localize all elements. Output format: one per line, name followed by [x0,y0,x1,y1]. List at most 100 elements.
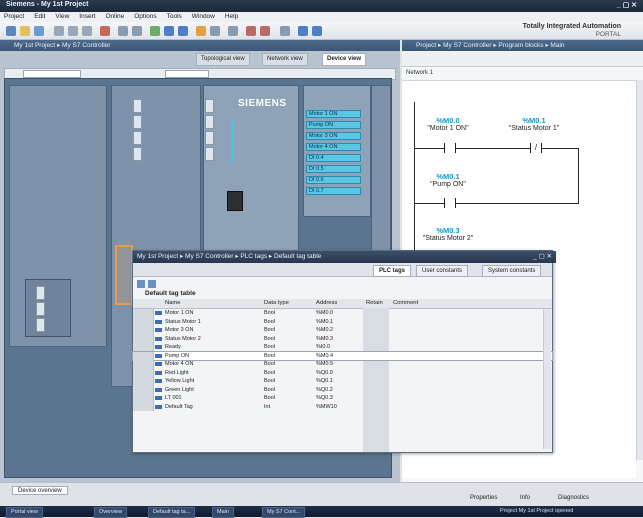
selected-module-highlight[interactable] [115,245,133,305]
go-online-icon[interactable] [196,26,206,36]
tab-network-view[interactable]: Network view [262,53,308,66]
menu-project[interactable]: Project [4,13,24,20]
task-main[interactable]: Main [212,507,234,518]
cpu-status-bar [231,119,234,163]
col-retain[interactable]: Retain [366,299,383,308]
col-name[interactable]: Name [165,299,180,308]
io-label[interactable]: Motor 3 ON [306,132,361,140]
redo-icon[interactable] [132,26,142,36]
tab-system-constants[interactable]: System constants [482,265,542,277]
window-titlebar: Siemens - My 1st Project _ ▢ ✕ [0,0,643,12]
tab-device-view[interactable]: Device view [322,53,367,66]
table-row-selected[interactable]: Pump ON Bool %M0.4 [132,350,553,361]
tab-device-overview[interactable]: Device overview [12,486,68,495]
insert-row-icon[interactable] [148,280,156,288]
menu-view[interactable]: View [55,13,69,20]
col-data-type[interactable]: Data type [264,299,289,308]
io-label[interactable]: DI 0.7 [306,187,361,195]
tag-icon [155,396,162,400]
tab-info[interactable]: Info [520,495,530,501]
menu-insert[interactable]: Insert [79,13,95,20]
table-row[interactable]: Red Light Bool %Q0.0 [133,368,552,377]
table-row[interactable]: LT 001 Bool %Q0.3 [133,394,552,403]
signal-board[interactable] [25,279,71,337]
io-module[interactable] [303,85,371,217]
split-editor-icon[interactable] [298,26,308,36]
program-editor-header: Project ▸ My S7 Controller ▸ Program blo… [402,40,643,51]
menu-bar: Project Edit View Insert Online Options … [0,12,643,22]
right-side-tabs[interactable] [636,80,643,460]
accessible-devices-icon[interactable] [228,26,238,36]
new-project-icon[interactable] [6,26,16,36]
io-label[interactable]: Motor 1 ON [306,110,361,118]
cpu-terminal [133,99,142,113]
tab-user-constants[interactable]: User constants [416,265,469,277]
table-row[interactable]: Default Tag Int %MW10 [133,402,552,411]
task-overview[interactable]: Overview [94,507,127,518]
table-row[interactable]: Yellow Light Bool %Q0.1 [133,377,552,386]
io-label[interactable]: DI 0.5 [306,165,361,173]
stop-cpu-icon[interactable] [260,26,270,36]
no-contact-icon[interactable] [444,198,456,208]
table-row[interactable]: Motor 3 ON Bool %M0.2 [133,326,552,335]
col-comment[interactable]: Comment [393,299,418,308]
table-row[interactable]: Status Motor 2 Bool %M0.3 [133,334,552,343]
io-label[interactable]: Motor 4 ON [306,143,361,151]
board-terminal [36,286,45,300]
table-row[interactable]: Motor 1 ON Bool %M0.0 [133,309,552,318]
undo-icon[interactable] [118,26,128,36]
table-scrollbar[interactable] [543,309,551,449]
zoom-selector[interactable] [165,70,209,78]
table-row[interactable]: Green Light Bool %Q0.2 [133,385,552,394]
copy-icon[interactable] [68,26,78,36]
no-contact-icon[interactable] [444,143,456,153]
download-icon[interactable] [164,26,174,36]
menu-edit[interactable]: Edit [34,13,45,20]
delete-icon[interactable] [100,26,110,36]
nc-contact-icon[interactable]: / [530,143,542,153]
tag-table-title: My 1st Project ▸ My S7 Controller ▸ PLC … [137,253,322,260]
table-row[interactable]: Motor 4 ON Bool %M0.5 [133,360,552,369]
table-row[interactable]: Ready Bool %I0.0 [133,343,552,352]
paste-icon[interactable] [82,26,92,36]
tab-properties[interactable]: Properties [470,495,497,501]
tag-table-window[interactable]: My 1st Project ▸ My S7 Controller ▸ PLC … [132,250,556,453]
upload-icon[interactable] [178,26,188,36]
io-label[interactable]: DI 0.6 [306,176,361,184]
menu-tools[interactable]: Tools [167,13,182,20]
portal-view-button[interactable]: Portal view [6,507,43,518]
menu-window[interactable]: Window [192,13,215,20]
col-address[interactable]: Address [316,299,337,308]
dialog-window-controls[interactable]: _ ▢ ✕ [533,251,552,263]
tab-diagnostics[interactable]: Diagnostics [558,495,589,501]
contact-label: %M0.0 "Motor 1 ON" [427,116,469,132]
start-cpu-icon[interactable] [246,26,256,36]
table-row[interactable]: Status Motor 1 Bool %M0.1 [133,317,552,326]
split-horizontal-icon[interactable] [312,26,322,36]
project-status-message: Project My 1st Project opened [500,508,574,514]
cpu-terminal [205,115,214,129]
menu-options[interactable]: Options [134,13,156,20]
menu-online[interactable]: Online [106,13,125,20]
memory-card-slot [227,191,243,211]
tab-plc-tags[interactable]: PLC tags [373,265,412,277]
device-selector[interactable] [23,70,81,78]
open-project-icon[interactable] [20,26,30,36]
task-default-tag-table[interactable]: Default tag ta... [148,507,196,518]
go-offline-icon[interactable] [210,26,220,36]
cross-reference-icon[interactable] [280,26,290,36]
task-my-s7-controller[interactable]: My S7 Cont... [262,507,306,518]
add-row-icon[interactable] [137,280,145,288]
cut-icon[interactable] [54,26,64,36]
app-title: Siemens - My 1st Project [6,1,89,8]
menu-help[interactable]: Help [225,13,238,20]
compile-icon[interactable] [150,26,160,36]
io-label[interactable]: DI 0.4 [306,154,361,162]
io-label[interactable]: Pump ON [306,121,361,129]
save-project-icon[interactable] [34,26,44,36]
cpu-module[interactable] [203,85,299,277]
brand-portal: PORTAL [595,31,621,38]
tab-topological-view[interactable]: Topological view [196,53,250,66]
tag-icon [155,328,162,332]
window-controls[interactable]: _ ▢ ✕ [617,1,637,9]
